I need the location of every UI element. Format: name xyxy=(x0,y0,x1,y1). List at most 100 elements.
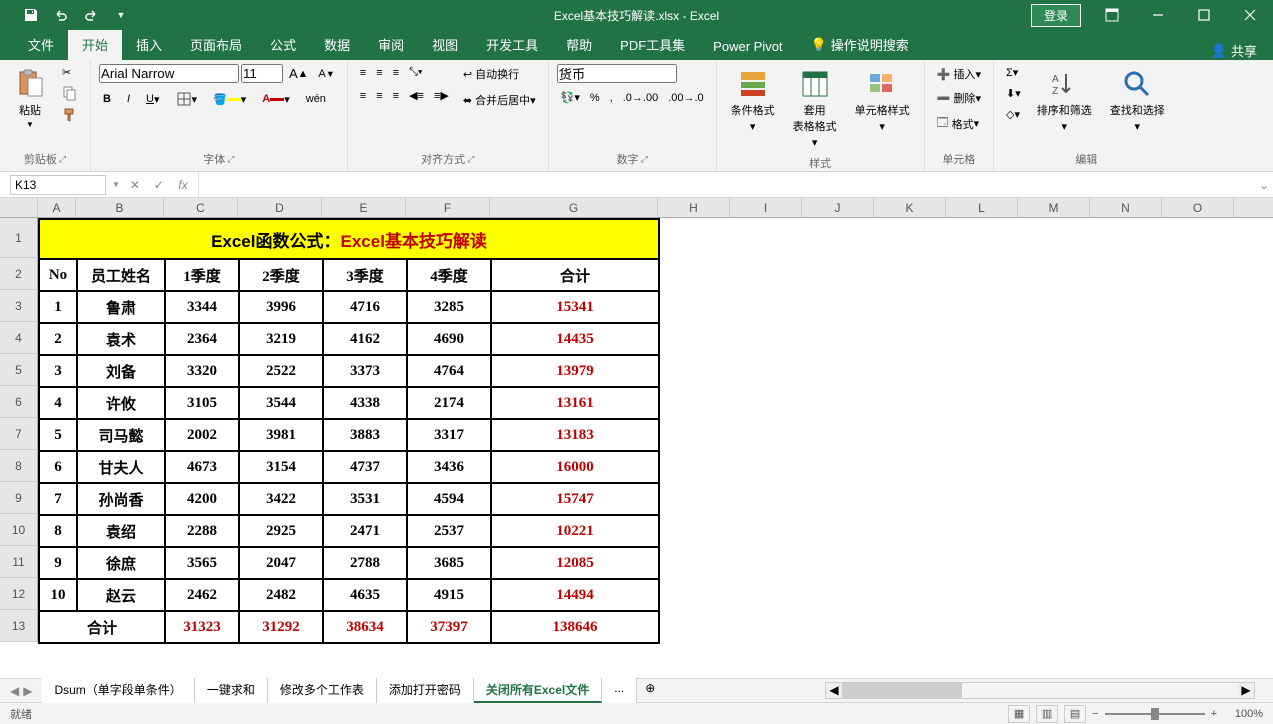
col-header[interactable]: F xyxy=(406,198,490,217)
row-header[interactable]: 6 xyxy=(0,386,38,418)
autosum-button[interactable]: Σ▾ xyxy=(1002,64,1025,81)
align-launcher-icon[interactable]: ⤢ xyxy=(467,154,474,165)
sort-filter-button[interactable]: AZ排序和筛选▾ xyxy=(1031,64,1098,137)
align-middle-button[interactable]: ≡ xyxy=(372,65,386,81)
delete-cells-button[interactable]: ➖ 删除▾ xyxy=(933,88,985,108)
zoom-slider[interactable] xyxy=(1105,713,1205,715)
row-header[interactable]: 5 xyxy=(0,354,38,386)
sheet-tab[interactable]: 关闭所有Excel文件 xyxy=(474,678,602,703)
sheet-tab[interactable]: 修改多个工作表 xyxy=(268,678,377,703)
bold-button[interactable]: B xyxy=(99,91,115,107)
format-painter-button[interactable] xyxy=(58,105,82,125)
sheet-tab[interactable]: 一键求和 xyxy=(195,678,268,703)
sheet-tab[interactable]: 添加打开密码 xyxy=(377,678,474,703)
col-header[interactable]: B xyxy=(76,198,164,217)
format-cells-button[interactable]: 🗔 格式▾ xyxy=(933,112,984,135)
cell-styles-button[interactable]: 单元格样式▾ xyxy=(849,64,916,137)
normal-view-icon[interactable]: ▦ xyxy=(1008,705,1030,723)
inc-decimal-button[interactable]: .0→.00 xyxy=(619,90,662,106)
row-header[interactable]: 13 xyxy=(0,610,38,642)
align-right-button[interactable]: ≡ xyxy=(389,88,403,104)
tab-pivot[interactable]: Power Pivot xyxy=(699,33,796,60)
conditional-format-button[interactable]: 条件格式▾ xyxy=(725,64,781,137)
qat-customize-icon[interactable]: ▼ xyxy=(108,4,134,26)
select-all-corner[interactable] xyxy=(0,198,38,217)
tab-tell[interactable]: 💡操作说明搜索 xyxy=(797,29,923,60)
indent-inc-button[interactable]: ≡▶ xyxy=(430,87,453,104)
fx-icon[interactable]: fx xyxy=(174,178,192,192)
font-launcher-icon[interactable]: ⤢ xyxy=(227,154,234,165)
row-header[interactable]: 11 xyxy=(0,546,38,578)
col-header[interactable]: O xyxy=(1162,198,1234,217)
close-icon[interactable] xyxy=(1227,0,1273,30)
align-left-button[interactable]: ≡ xyxy=(356,88,370,104)
cells[interactable]: Excel函数公式：Excel基本技巧解读No员工姓名1季度2季度3季度4季度合… xyxy=(38,218,660,644)
row-header[interactable]: 8 xyxy=(0,450,38,482)
undo-icon[interactable] xyxy=(48,4,74,26)
tab-data[interactable]: 数据 xyxy=(310,29,364,60)
clipboard-launcher-icon[interactable]: ⤢ xyxy=(59,154,66,165)
col-header[interactable]: D xyxy=(238,198,322,217)
col-header[interactable]: C xyxy=(164,198,238,217)
col-header[interactable]: I xyxy=(730,198,802,217)
tab-help[interactable]: 帮助 xyxy=(552,29,606,60)
tab-formula[interactable]: 公式 xyxy=(256,29,310,60)
share-button[interactable]: 👤共享 xyxy=(1211,41,1257,60)
tab-file[interactable]: 文件 xyxy=(14,29,68,60)
accounting-button[interactable]: 💱▾ xyxy=(557,89,584,106)
add-sheet-icon[interactable]: ⊕ xyxy=(637,678,663,703)
tab-insert[interactable]: 插入 xyxy=(122,29,176,60)
col-header[interactable]: H xyxy=(658,198,730,217)
formula-expand-icon[interactable]: ⌄ xyxy=(1255,178,1273,192)
phonetic-button[interactable]: wén xyxy=(302,91,330,107)
horizontal-scrollbar[interactable]: ◀ ▶ xyxy=(825,682,1255,699)
page-layout-view-icon[interactable]: ▥ xyxy=(1036,705,1058,723)
border-button[interactable]: ▾ xyxy=(172,89,202,109)
scroll-right-icon[interactable]: ▶ xyxy=(1238,683,1254,698)
col-header[interactable]: A xyxy=(38,198,76,217)
grow-font-button[interactable]: A▲ xyxy=(285,64,312,83)
clear-button[interactable]: ◇▾ xyxy=(1002,106,1025,123)
copy-button[interactable] xyxy=(58,83,82,103)
fill-color-button[interactable]: 🪣▾ xyxy=(209,91,250,108)
name-box[interactable] xyxy=(10,175,106,195)
ribbon-options-icon[interactable] xyxy=(1089,0,1135,30)
number-format-select[interactable] xyxy=(557,64,677,83)
shrink-font-button[interactable]: A▼ xyxy=(314,66,338,82)
sheet-nav-next-icon[interactable]: ▶ xyxy=(23,684,32,698)
tab-review[interactable]: 审阅 xyxy=(364,29,418,60)
col-header[interactable]: L xyxy=(946,198,1018,217)
col-header[interactable]: M xyxy=(1018,198,1090,217)
row-header[interactable]: 9 xyxy=(0,482,38,514)
tab-dev[interactable]: 开发工具 xyxy=(472,29,552,60)
enter-formula-icon[interactable]: ✓ xyxy=(150,178,168,192)
wrap-text-button[interactable]: ↩ 自动换行 xyxy=(459,64,540,84)
col-header[interactable]: E xyxy=(322,198,406,217)
font-color-button[interactable]: A▾ xyxy=(258,91,293,108)
redo-icon[interactable] xyxy=(78,4,104,26)
sheet-tab[interactable]: ... xyxy=(602,678,637,703)
row-header[interactable]: 7 xyxy=(0,418,38,450)
col-header[interactable]: N xyxy=(1090,198,1162,217)
row-header[interactable]: 3 xyxy=(0,290,38,322)
tab-view[interactable]: 视图 xyxy=(418,29,472,60)
col-header[interactable]: G xyxy=(490,198,658,217)
align-top-button[interactable]: ≡ xyxy=(356,65,370,81)
row-header[interactable]: 12 xyxy=(0,578,38,610)
cut-button[interactable]: ✂ xyxy=(58,64,82,81)
font-size-select[interactable] xyxy=(241,64,283,83)
col-header[interactable]: J xyxy=(802,198,874,217)
maximize-icon[interactable] xyxy=(1181,0,1227,30)
fill-button[interactable]: ⬇▾ xyxy=(1002,85,1025,102)
table-format-button[interactable]: 套用 表格格式▾ xyxy=(787,64,843,153)
find-select-button[interactable]: 查找和选择▾ xyxy=(1104,64,1171,137)
col-header[interactable]: K xyxy=(874,198,946,217)
indent-dec-button[interactable]: ◀≡ xyxy=(405,87,428,104)
underline-button[interactable]: U▾ xyxy=(142,91,163,108)
percent-button[interactable]: % xyxy=(586,90,604,106)
row-header[interactable]: 4 xyxy=(0,322,38,354)
insert-cells-button[interactable]: ➕ 插入▾ xyxy=(933,64,985,84)
save-icon[interactable] xyxy=(18,4,44,26)
font-name-select[interactable] xyxy=(99,64,239,83)
sheet-tab[interactable]: Dsum（单字段单条件） xyxy=(42,678,194,703)
